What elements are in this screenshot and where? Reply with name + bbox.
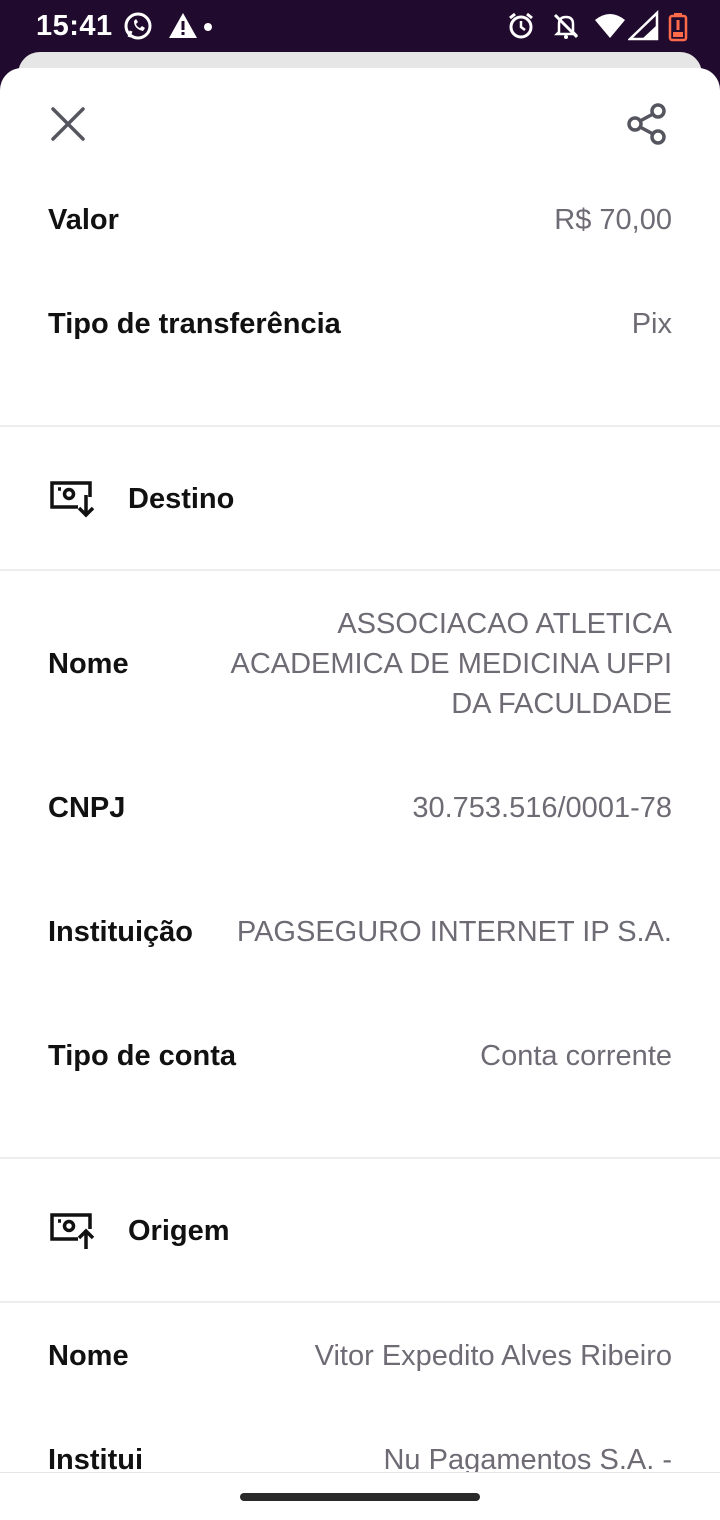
status-bar: 15:41 [0,0,720,52]
divider [0,569,720,571]
money-receive-icon [50,481,95,518]
wifi-icon [595,14,625,38]
origem-instituicao-row: Instituição Nu Pagamentos S.A. - Institu… [48,1440,672,1472]
notifications-off-icon [553,13,579,39]
tipo-transferencia-value: Pix [631,308,672,340]
whatsapp-icon [124,12,152,40]
destino-tipo-conta-value: Conta corrente [480,1040,672,1072]
close-button[interactable] [38,94,98,154]
valor-label: Valor [48,203,119,236]
destino-cnpj-value: 30.753.516/0001-78 [412,792,672,824]
origem-nome-label: Nome [48,1339,129,1372]
destino-nome-row: Nome ASSOCIACAO ATLETICA ACADEMICA DE ME… [48,604,672,724]
destino-tipo-conta-row: Tipo de conta Conta corrente [48,1036,672,1076]
gesture-nav-bar [0,1472,720,1520]
origem-nome-row: Nome Vitor Expedito Alves Ribeiro [48,1336,672,1376]
divider [0,1301,720,1303]
destino-section-header: Destino [48,479,234,519]
signal-icon [628,10,659,41]
tipo-transferencia-row: Tipo de transferência Pix [48,304,672,344]
money-send-icon [50,1213,95,1249]
destino-instituicao-label: Instituição [48,916,194,948]
share-button[interactable] [617,94,677,154]
origem-title: Origem [128,1214,230,1247]
origem-instituicao-label: Instituição [48,1444,144,1472]
valor-row: Valor R$ 70,00 [48,200,672,240]
close-icon [51,107,85,141]
origem-instituicao-value: Nu Pagamentos S.A. - Instituição de Paga… [383,1444,672,1472]
origem-section-header: Origem [48,1211,230,1251]
notification-dot-icon [204,23,212,31]
destino-cnpj-row: CNPJ 30.753.516/0001-78 [48,788,672,828]
destino-instituicao-value: PAGSEGURO INTERNET IP S.A. [236,916,672,948]
battery-low-icon [668,13,688,42]
warning-icon [169,13,197,38]
home-gesture-handle[interactable] [240,1493,480,1501]
destino-cnpj-label: CNPJ [48,791,126,824]
valor-value: R$ 70,00 [554,204,672,236]
origem-nome-value: Vitor Expedito Alves Ribeiro [314,1340,672,1372]
divider [0,1157,720,1159]
destino-tipo-conta-label: Tipo de conta [48,1039,236,1072]
destino-instituicao-row: Instituição PAGSEGURO INTERNET IP S.A. [48,892,672,972]
tipo-transferencia-label: Tipo de transferência [48,307,341,340]
divider [0,425,720,427]
destino-title: Destino [128,482,235,515]
destino-nome-value: ASSOCIACAO ATLETICA ACADEMICA DE MEDICIN… [230,608,672,720]
destino-nome-label: Nome [48,647,129,680]
status-time: 15:41 [36,10,113,42]
share-icon [627,103,666,145]
alarm-icon [509,12,533,39]
transfer-details-sheet: Valor R$ 70,00 Tipo de transferência Pix… [0,68,720,1472]
